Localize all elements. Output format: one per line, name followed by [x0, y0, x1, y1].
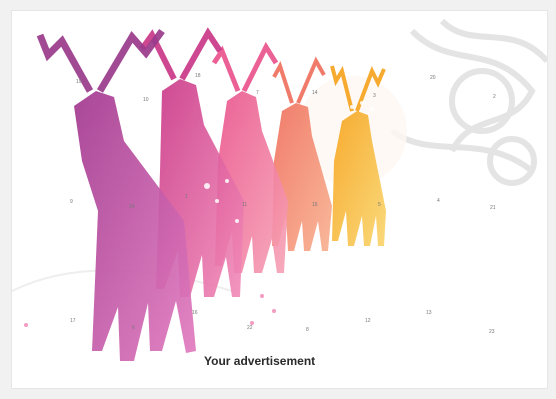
door-number: 20 — [430, 75, 436, 81]
door-number: 18 — [195, 73, 201, 79]
door-number: 16 — [192, 310, 198, 316]
advertisement-caption: Your advertisement — [204, 354, 316, 368]
door-number: 21 — [490, 205, 496, 211]
door-number: 8 — [306, 327, 309, 333]
door-number: 19 — [76, 79, 82, 85]
door-number: 7 — [256, 90, 259, 96]
door-number: 4 — [437, 198, 440, 204]
door-number: 23 — [489, 329, 495, 335]
door-number: 15 — [312, 202, 318, 208]
snowflake-ornament — [390, 18, 547, 186]
door-number: 1 — [185, 194, 188, 200]
door-number: 2 — [493, 94, 496, 100]
advent-calendar: 19 18 7 14 3 20 2 9 24 1 11 15 5 4 21 17… — [12, 11, 547, 388]
door-number: 13 — [426, 310, 432, 316]
door-number: 5 — [378, 202, 381, 208]
door-number: 11 — [242, 202, 247, 208]
door-number: 17 — [70, 318, 76, 324]
door-number: 6 — [132, 325, 135, 331]
door-number: 14 — [312, 90, 318, 96]
reindeer-illustration: 19 18 7 14 3 20 2 9 24 1 11 15 5 4 21 17… — [12, 11, 547, 388]
door-number: 24 — [129, 204, 135, 210]
door-number: 12 — [365, 318, 371, 324]
door-number: 10 — [143, 97, 149, 103]
door-number: 9 — [70, 199, 73, 205]
door-number: 3 — [373, 93, 376, 99]
door-number: 22 — [247, 325, 253, 331]
